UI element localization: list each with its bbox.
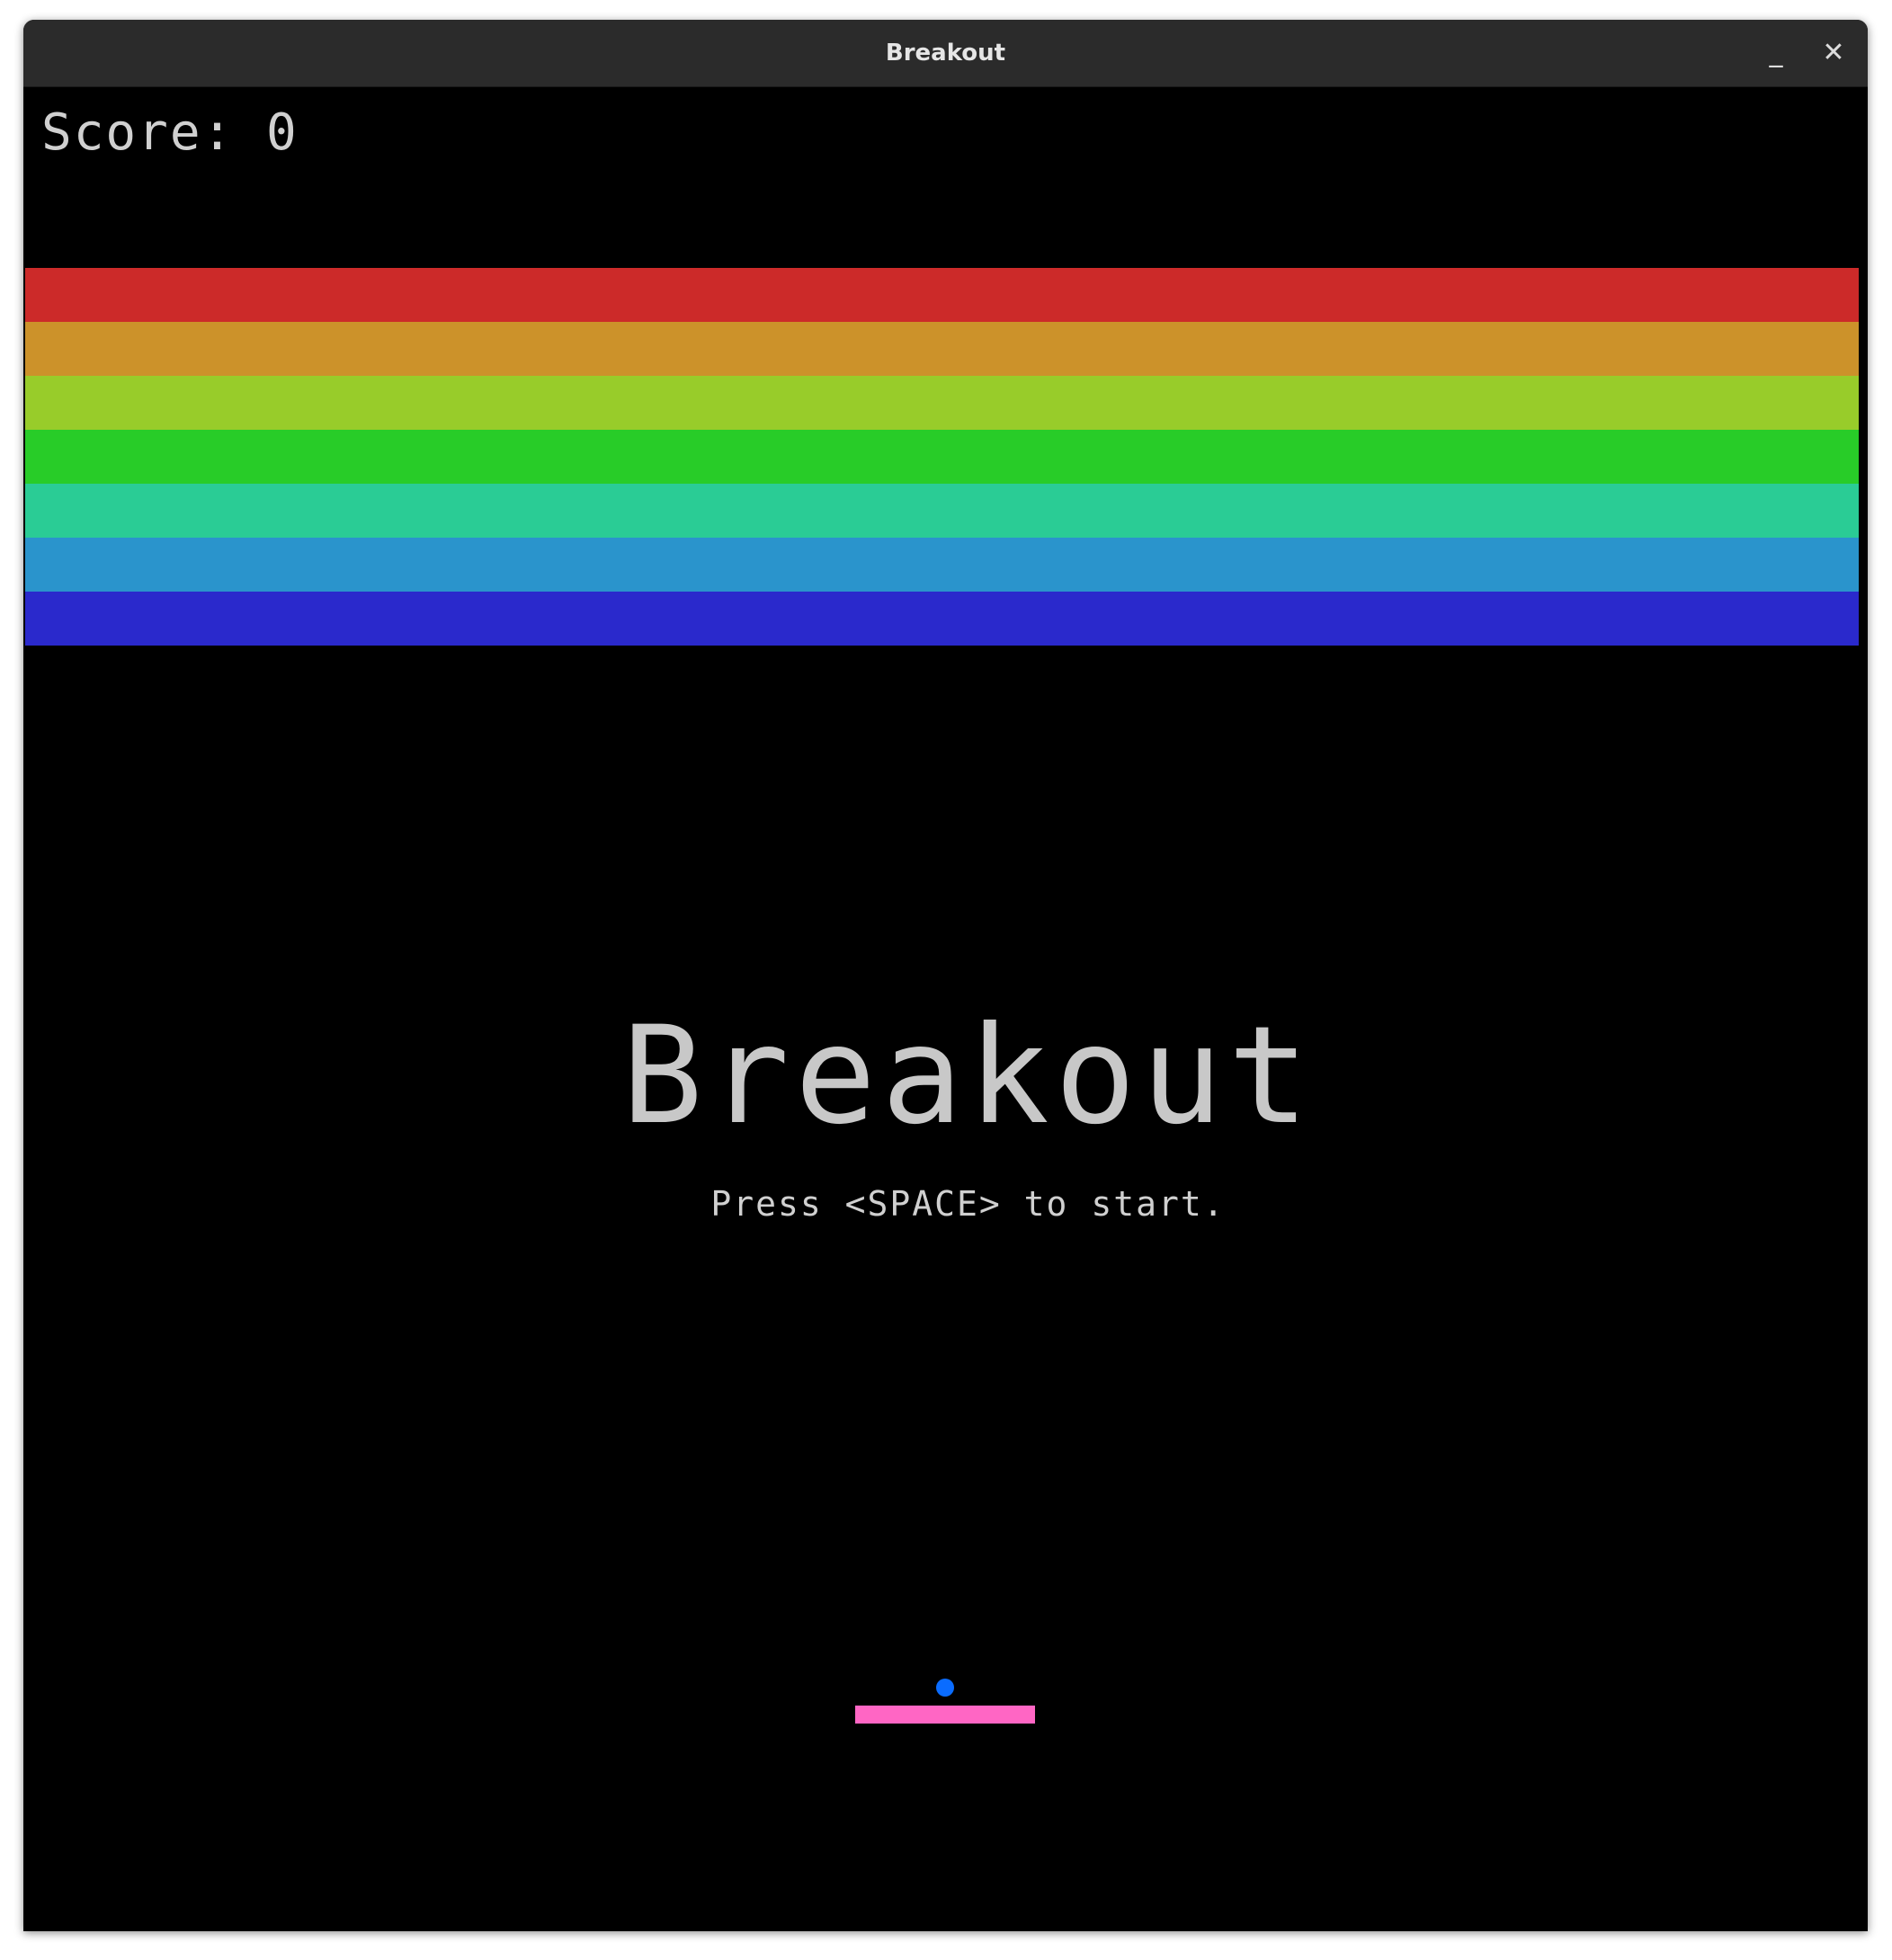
ball <box>936 1679 954 1697</box>
minimize-button[interactable]: _ <box>1758 35 1794 71</box>
brick-row-7 <box>25 592 1859 646</box>
brick-wall <box>25 268 1859 646</box>
start-prompt: Press <SPACE> to start. <box>710 1184 1226 1224</box>
brick-row-3 <box>25 376 1859 430</box>
window-title: Breakout <box>885 40 1006 67</box>
score-display: Score: 0 <box>41 103 299 162</box>
title-bar[interactable]: Breakout _ ✕ <box>23 20 1868 87</box>
game-title: Breakout <box>621 998 1315 1154</box>
game-window: Breakout _ ✕ Score: 0 Breakout Press <SP… <box>23 20 1868 1931</box>
brick-row-2 <box>25 322 1859 376</box>
brick-row-1 <box>25 268 1859 322</box>
brick-row-6 <box>25 538 1859 592</box>
brick-row-5 <box>25 484 1859 538</box>
close-button[interactable]: ✕ <box>1816 35 1852 71</box>
game-canvas[interactable]: Score: 0 Breakout Press <SPACE> to start… <box>23 87 1868 1931</box>
paddle <box>855 1706 1035 1724</box>
brick-row-4 <box>25 430 1859 484</box>
